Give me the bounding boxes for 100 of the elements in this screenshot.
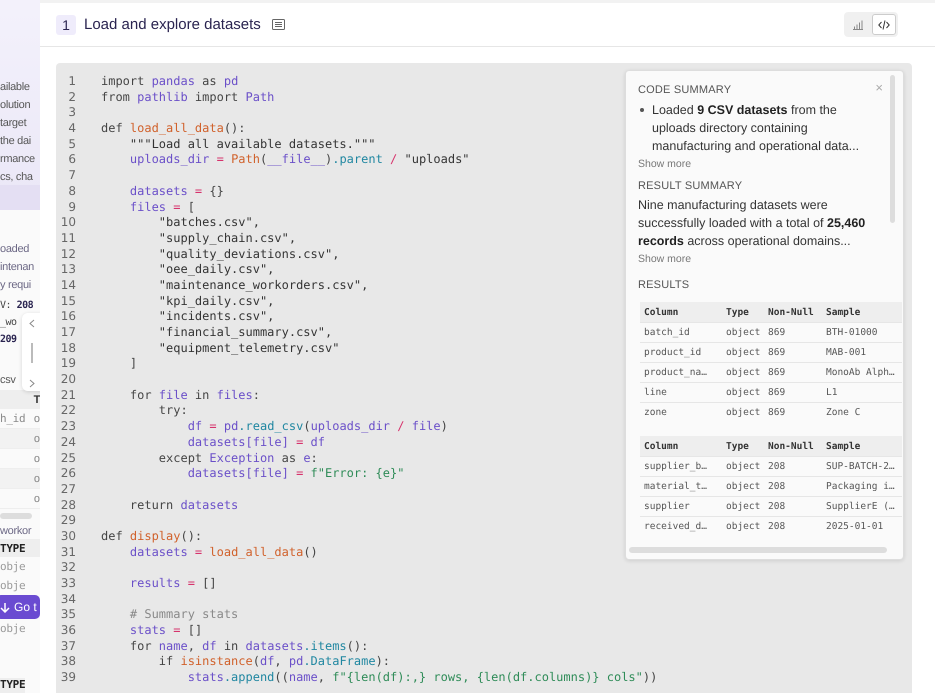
table-cell: 208 (764, 516, 822, 536)
scrollbar-thumb[interactable] (0, 513, 32, 519)
line-number: 16 (60, 309, 76, 325)
column-header: Column (640, 302, 722, 322)
line-number: 32 (60, 560, 76, 576)
close-button[interactable]: × (875, 80, 883, 95)
stat-text: 209 (0, 333, 17, 347)
paragraph-text: target (0, 116, 26, 131)
table-cell-text: obje (0, 578, 26, 594)
line-number: 6 (67, 152, 76, 168)
line-number: 26 (60, 466, 76, 482)
table-cell: object (722, 402, 764, 422)
line-number: 33 (60, 576, 76, 592)
code-icon (878, 20, 890, 30)
table-cell: object (722, 476, 764, 496)
code-line: "incidents.csv", (158, 309, 274, 325)
table-cell: product_id (640, 342, 722, 362)
table-cell: SUP-BATCH-2… (822, 456, 902, 476)
code-line: uploads_dir = Path(__file__).parent / "uploads" (128, 152, 470, 168)
line-number: 11 (60, 230, 76, 247)
code-line: except Exception as e: (158, 450, 318, 466)
line-number: 7 (67, 168, 76, 184)
show-more-link[interactable]: Show more (638, 253, 692, 265)
summary-text: Nine manufacturing datasets were successfully loaded with a total of 25,460 records across operational domains... (638, 197, 866, 250)
code-line: "batches.csv", (158, 215, 260, 231)
line-number: 8 (67, 184, 76, 200)
code-line: "maintenance_workorders.csv", (158, 278, 368, 294)
code-line: df = pd.read_csv(uploads_dir / file) (186, 419, 448, 435)
line-number: 35 (60, 607, 76, 624)
line-number: 36 (60, 623, 76, 639)
table-cell: L1 (822, 382, 902, 402)
paragraph-text: y requi (0, 278, 31, 293)
code-line: # Summary stats (128, 607, 238, 624)
table-cell: o (34, 432, 40, 445)
column-header: Column (640, 436, 722, 456)
code-line: try: (158, 403, 188, 420)
chevron-right-icon[interactable] (29, 379, 35, 388)
table-cell: h_id (0, 412, 26, 425)
file-label: workor (0, 524, 32, 539)
table-cell-text: obje (0, 621, 26, 637)
notes-icon[interactable] (272, 19, 285, 30)
section-heading: RESULT SUMMARY (638, 180, 742, 192)
view-toggle[interactable] (872, 14, 896, 35)
table-cell: zone (640, 402, 722, 422)
line-number: 38 (60, 654, 76, 670)
table-cell: received_d… (640, 516, 722, 536)
show-more-link[interactable]: Show more (638, 158, 692, 170)
table-cell: object (722, 362, 764, 382)
table-cell: 869 (764, 382, 822, 402)
code-line: if isinstance(df, pd.DataFrame): (158, 654, 390, 670)
code-line: datasets[file] = f"Error: {e}" (186, 466, 404, 482)
table-cell: material_t… (640, 476, 722, 496)
chevron-left-icon[interactable] (29, 319, 35, 328)
code-line: "supply_chain.csv", (158, 230, 296, 247)
down-arrow-icon (0, 602, 10, 612)
column-header: Type (722, 436, 764, 456)
line-number: 17 (60, 325, 76, 341)
line-number: 10 (60, 215, 76, 231)
line-number: 3 (67, 105, 76, 122)
line-number: 5 (67, 136, 76, 152)
paragraph-text: the dai (0, 134, 31, 149)
code-line: datasets = {} (128, 184, 224, 200)
code-line: from pathlib import Path (101, 90, 274, 106)
code-line: "quality_deviations.csv", (158, 246, 340, 262)
table-cell: 208 (764, 476, 822, 496)
line-number: 29 (60, 513, 76, 529)
table-cell: supplier_b… (640, 456, 722, 476)
line-number: 22 (60, 403, 76, 420)
line-number: 4 (67, 121, 76, 137)
table-cell: object (722, 456, 764, 476)
column-header: Type (722, 302, 764, 322)
table-cell: 869 (764, 402, 822, 422)
scrollbar-thumb[interactable] (629, 547, 887, 553)
scrollbar-thumb[interactable] (890, 75, 895, 223)
code-line: return datasets (128, 498, 238, 514)
code-line: "equipment_telemetry.csv" (158, 340, 340, 356)
table-header: TYPE (0, 678, 26, 693)
line-number: 23 (60, 419, 76, 435)
code-line: for file in files: (128, 388, 260, 404)
line-number: 9 (67, 200, 76, 216)
column-header: Non-Null (764, 436, 822, 456)
line-number: 31 (60, 544, 76, 560)
table-header: T (0, 390, 40, 409)
table-cell: MonoAb Alph… (822, 362, 902, 382)
table-cell: 208 (764, 496, 822, 516)
line-number: 34 (60, 592, 76, 608)
line-number: 39 (60, 670, 76, 686)
code-line: import pandas as pd (101, 74, 238, 90)
table-cell: 2025-01-01 (822, 516, 902, 536)
code-line: files = [ (128, 200, 195, 216)
table-cell: line (640, 382, 722, 402)
line-number: 37 (60, 638, 76, 654)
scroll-indicator (31, 343, 33, 363)
line-number: 18 (60, 340, 76, 356)
code-line: datasets[file] = df (186, 434, 325, 450)
bar-chart-icon (852, 20, 864, 30)
table-cell: product_na… (640, 362, 722, 382)
go-to-button[interactable]: Go t (0, 595, 40, 619)
column-header: Non-Null (764, 302, 822, 322)
table-cell: 869 (764, 342, 822, 362)
